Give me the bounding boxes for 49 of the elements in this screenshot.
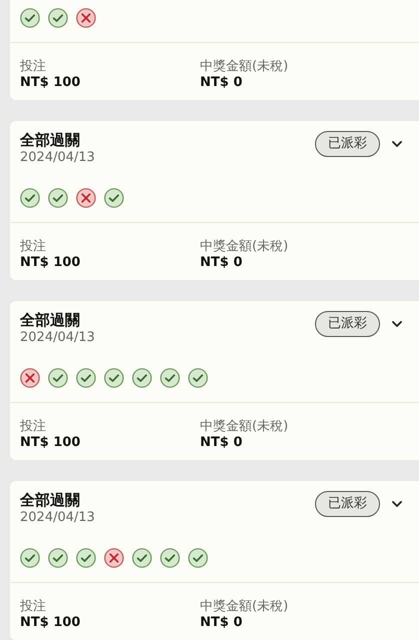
stake-label: 投注	[20, 59, 47, 75]
cross-circle-icon	[76, 188, 96, 208]
chevron-down-icon[interactable]	[392, 141, 402, 147]
prize-label: 中獎金額(未稅)	[200, 239, 288, 255]
check-circle-icon	[132, 368, 152, 388]
check-circle-icon	[48, 8, 68, 28]
check-circle-icon	[48, 188, 68, 208]
check-circle-icon	[104, 188, 124, 208]
cross-circle-icon	[20, 368, 40, 388]
stake-amount: NT$ 100	[20, 255, 82, 271]
check-circle-icon	[20, 188, 40, 208]
check-circle-icon	[188, 368, 208, 388]
bet-date: 2024/04/13	[20, 330, 96, 346]
stake-label: 投注	[20, 419, 47, 435]
bet-type: 全部過關	[20, 491, 81, 510]
status-badge: 已派彩	[315, 491, 380, 517]
check-circle-icon	[188, 548, 208, 568]
chevron-down-icon[interactable]	[392, 321, 402, 327]
cross-circle-icon	[104, 548, 124, 568]
stake-amount: NT$ 100	[20, 615, 82, 631]
prize-label: 中獎金額(未稅)	[200, 59, 288, 75]
chevron-down-icon[interactable]	[392, 501, 402, 507]
check-circle-icon	[76, 368, 96, 388]
check-circle-icon	[48, 368, 68, 388]
check-circle-icon	[20, 8, 40, 28]
check-circle-icon	[160, 368, 180, 388]
prize-label: 中獎金額(未稅)	[200, 419, 288, 435]
stake-label: 投注	[20, 599, 47, 615]
prize-amount: NT$ 0	[200, 255, 244, 271]
bet-type: 全部過關	[20, 311, 81, 330]
prize-amount: NT$ 0	[200, 615, 244, 631]
stake-amount: NT$ 100	[20, 435, 82, 451]
status-badge: 已派彩	[315, 311, 380, 337]
check-circle-icon	[132, 548, 152, 568]
check-circle-icon	[76, 548, 96, 568]
check-circle-icon	[160, 548, 180, 568]
bet-type: 全部過關	[20, 131, 81, 150]
check-circle-icon	[48, 548, 68, 568]
bet-date: 2024/04/13	[20, 150, 96, 166]
prize-amount: NT$ 0	[200, 435, 244, 451]
check-circle-icon	[104, 368, 124, 388]
status-badge: 已派彩	[315, 131, 380, 157]
bet-date: 2024/04/13	[20, 510, 96, 526]
prize-amount: NT$ 0	[200, 75, 244, 91]
prize-label: 中獎金額(未稅)	[200, 599, 288, 615]
stake-amount: NT$ 100	[20, 75, 82, 91]
cross-circle-icon	[76, 8, 96, 28]
stake-label: 投注	[20, 239, 47, 255]
check-circle-icon	[20, 548, 40, 568]
